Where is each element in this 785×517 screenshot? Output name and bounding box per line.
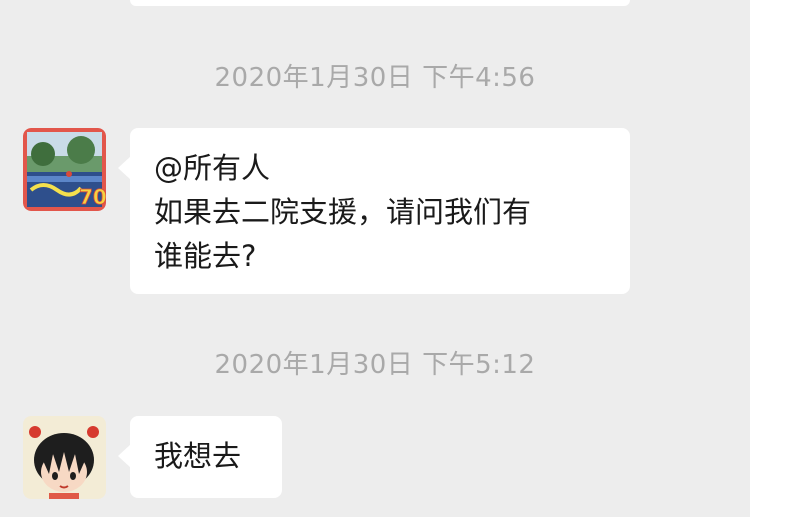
sender-avatar[interactable]: 70 [23, 128, 106, 211]
message-line: 谁能去? [154, 239, 257, 273]
previous-message-bubble[interactable] [130, 0, 630, 6]
sender-avatar[interactable] [23, 416, 106, 499]
chat-area: 2020年1月30日 下午4:56 70 @所有人 如果去二院支援，请问我们有 … [0, 0, 750, 517]
message-text: 我想去 [154, 439, 242, 473]
message-bubble[interactable]: @所有人 如果去二院支援，请问我们有 谁能去? [118, 128, 630, 294]
avatar-badge-text: 70 [79, 185, 106, 209]
message-line: @所有人 [154, 151, 271, 185]
cartoon-girl-avatar-icon [23, 416, 106, 499]
message-bubble[interactable]: 我想去 [118, 416, 282, 498]
message-line: 如果去二院支援，请问我们有 [154, 195, 532, 229]
message-timestamp: 2020年1月30日 下午5:12 [214, 350, 536, 380]
message-timestamp: 2020年1月30日 下午4:56 [214, 63, 536, 93]
landscape-avatar-icon: 70 [23, 128, 106, 211]
